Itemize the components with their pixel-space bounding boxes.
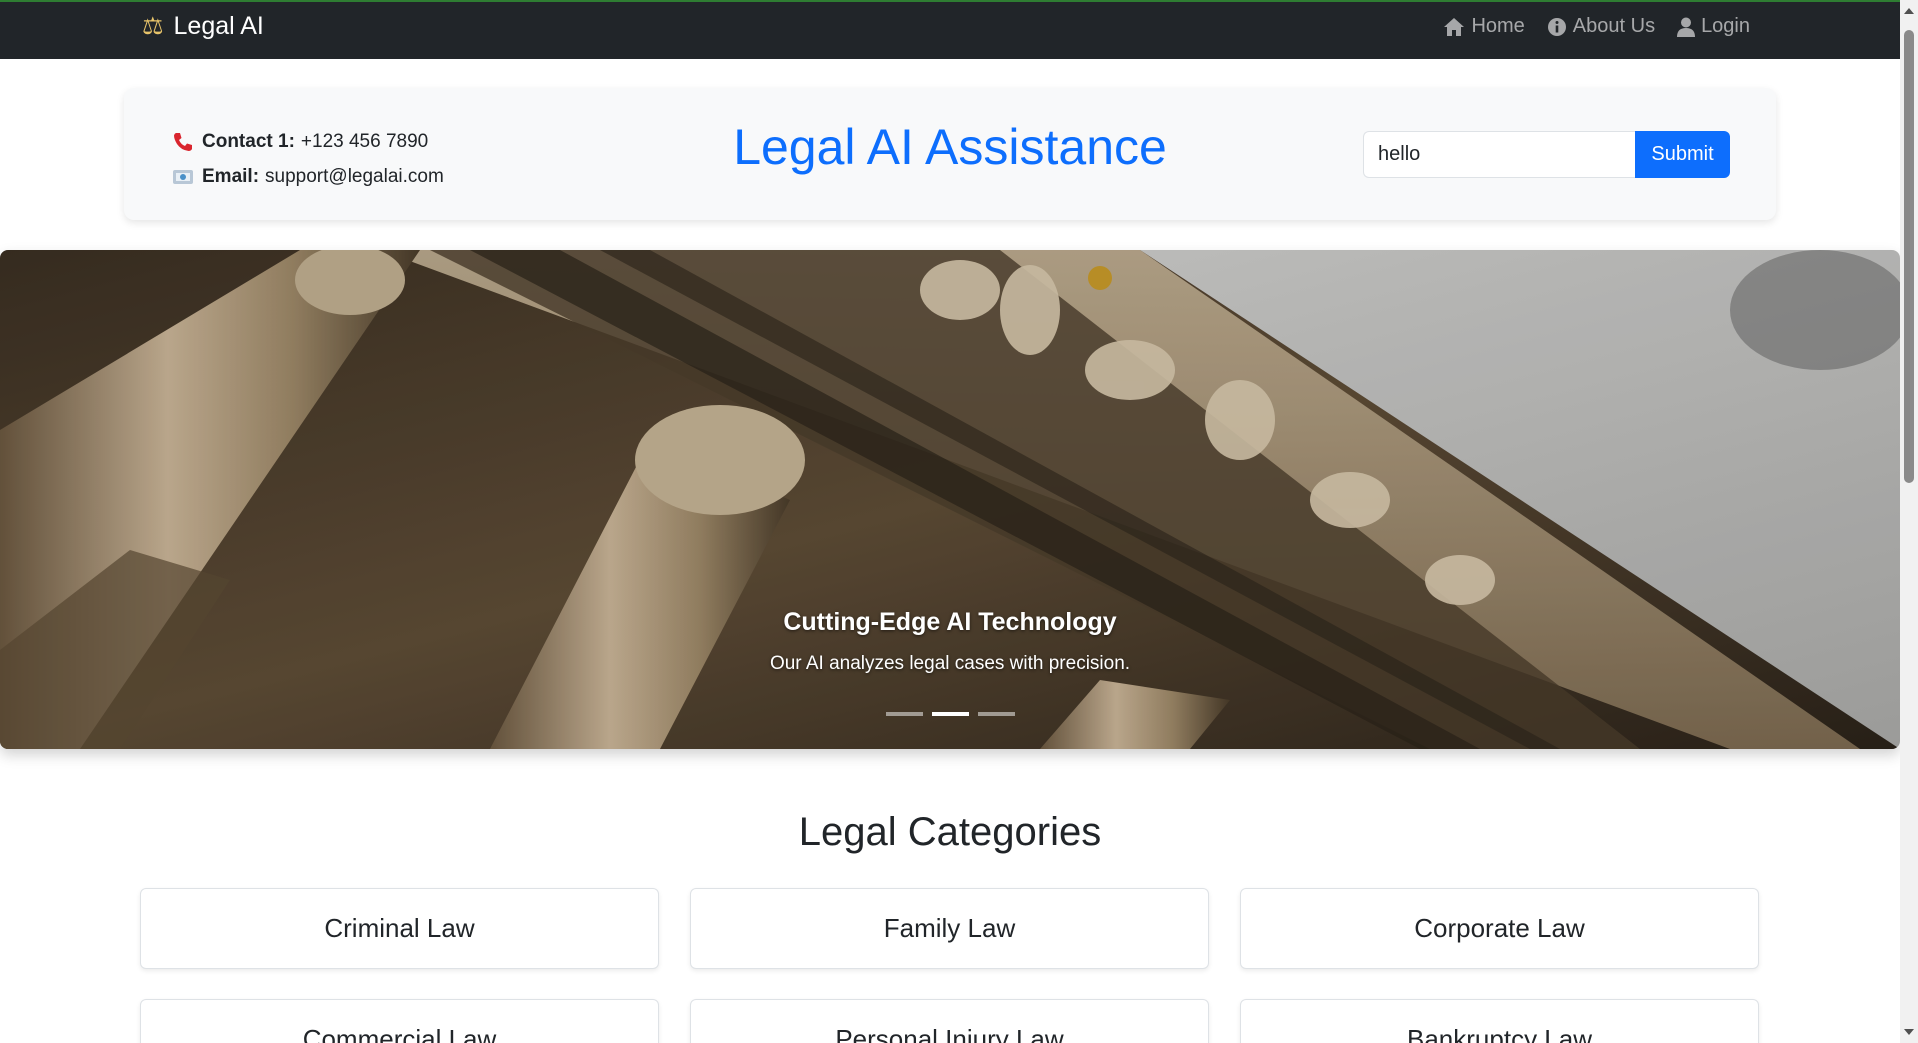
category-card-bankruptcy[interactable]: Bankruptcy Law bbox=[1240, 999, 1759, 1043]
submit-button[interactable]: Submit bbox=[1635, 131, 1730, 178]
category-card-corporate[interactable]: Corporate Law bbox=[1240, 888, 1759, 969]
nav-home-label: Home bbox=[1471, 15, 1525, 37]
scales-icon: ⚖ bbox=[142, 13, 164, 40]
carousel-indicator[interactable] bbox=[885, 712, 923, 716]
category-card-personal-injury[interactable]: Personal Injury Law bbox=[690, 999, 1209, 1043]
carousel-indicator-active[interactable] bbox=[931, 712, 969, 716]
carousel-indicator[interactable] bbox=[977, 712, 1015, 716]
caption-text: Our AI analyzes legal cases with precisi… bbox=[769, 653, 1131, 674]
carousel-indicators bbox=[0, 712, 1900, 716]
nav-login-link[interactable]: Login bbox=[1677, 15, 1750, 38]
top-navbar: ⚖ Legal AI Home About Us Login bbox=[0, 0, 1900, 59]
category-card-commercial[interactable]: Commercial Law bbox=[140, 999, 659, 1043]
nav-login-label: Login bbox=[1701, 15, 1750, 37]
page-scrollbar[interactable] bbox=[1900, 0, 1918, 1043]
category-card-criminal[interactable]: Criminal Law bbox=[140, 888, 659, 969]
nav-home-link[interactable]: Home bbox=[1443, 15, 1525, 38]
home-icon bbox=[1444, 17, 1465, 36]
nav-about-label: About Us bbox=[1572, 15, 1656, 37]
info-icon bbox=[1547, 17, 1566, 36]
scrollbar-thumb[interactable] bbox=[1904, 30, 1914, 483]
categories-title: Legal Categories bbox=[798, 810, 1102, 854]
search-form: Submit bbox=[1363, 131, 1730, 178]
carousel-caption: Cutting-Edge AI Technology Our AI analyz… bbox=[0, 608, 1900, 675]
brand-label: Legal AI bbox=[173, 12, 264, 40]
header-card: Contact 1: +123 456 7890 Email: support@… bbox=[124, 88, 1776, 220]
brand-link[interactable]: ⚖ Legal AI bbox=[142, 12, 264, 41]
caption-title: Cutting-Edge AI Technology bbox=[783, 608, 1117, 636]
hero-carousel[interactable]: Cutting-Edge AI Technology Our AI analyz… bbox=[0, 250, 1900, 749]
nav-links: Home About Us Login bbox=[1443, 15, 1750, 38]
scroll-up-arrow-icon[interactable] bbox=[1904, 8, 1914, 14]
scroll-down-arrow-icon[interactable] bbox=[1904, 1029, 1914, 1035]
user-icon bbox=[1677, 17, 1696, 37]
category-card-family[interactable]: Family Law bbox=[690, 888, 1209, 969]
nav-about-link[interactable]: About Us bbox=[1547, 15, 1655, 38]
search-input[interactable] bbox=[1363, 131, 1635, 178]
